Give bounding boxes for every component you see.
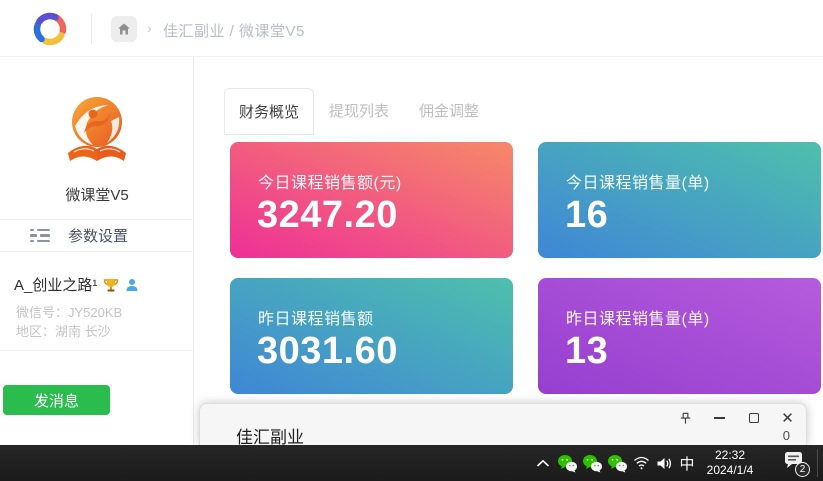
minimize-icon[interactable] xyxy=(708,407,731,429)
stat-card-value: 3247.20 xyxy=(257,194,398,237)
stat-cards: 今日课程销售额(元) 3247.20 今日课程销售量(单) 16 昨日课程销售额… xyxy=(230,142,821,394)
stat-card-value: 16 xyxy=(565,194,608,237)
user-name: A_创业之路¹ xyxy=(14,274,97,295)
notification-badge: 2 xyxy=(795,462,810,477)
brand-swirl-logo xyxy=(28,7,72,51)
app-header: › 佳汇副业 / 微课堂V5 xyxy=(0,0,823,57)
tab-finance-overview[interactable]: 财务概览 xyxy=(224,88,314,135)
chat-window-count: 0 xyxy=(783,428,790,443)
user-name-row: A_创业之路¹ xyxy=(14,274,139,295)
education-logo xyxy=(57,93,137,173)
main-content: 财务概览 提现列表 佣金调整 今日课程销售额(元) 3247.20 今日课程销售… xyxy=(195,58,823,445)
list-settings-icon xyxy=(30,229,50,243)
user-region: 地区：湖南 长沙 xyxy=(16,321,111,340)
header-divider xyxy=(91,14,92,44)
divider xyxy=(0,350,194,351)
breadcrumb-chevron-icon: › xyxy=(147,20,152,36)
close-icon[interactable]: ✕ xyxy=(776,407,799,429)
sidebar-item-label: 参数设置 xyxy=(68,225,128,246)
tray-wechat-icon[interactable] xyxy=(556,452,578,474)
stat-card-label: 昨日课程销售量(单) xyxy=(566,305,710,329)
window-controls: ✕ xyxy=(674,407,799,429)
send-message-button[interactable]: 发消息 xyxy=(3,385,110,415)
show-desktop-edge[interactable] xyxy=(817,449,818,477)
taskbar-time: 22:32 xyxy=(715,448,745,463)
person-icon[interactable] xyxy=(125,278,139,292)
home-button[interactable] xyxy=(111,16,137,42)
tray-chevron-up-icon[interactable] xyxy=(533,453,553,473)
pin-icon[interactable] xyxy=(674,407,697,429)
app-name: 微课堂V5 xyxy=(0,184,194,205)
trophy-icon xyxy=(103,277,119,293)
taskbar: 中 22:32 2024/1/4 2 xyxy=(0,445,823,481)
tray-wifi-icon[interactable] xyxy=(631,453,651,473)
tray-wechat-icon[interactable] xyxy=(606,452,628,474)
stat-card-yesterday-sales-amount: 昨日课程销售额 3031.60 xyxy=(230,278,513,394)
chat-window[interactable]: 佳汇副业 ✕ 0 xyxy=(199,403,807,445)
home-icon xyxy=(117,22,131,36)
tab-bar: 财务概览 提现列表 佣金调整 xyxy=(224,88,494,135)
tab-commission-adjust[interactable]: 佣金调整 xyxy=(404,88,494,133)
tray-wechat-icon[interactable] xyxy=(581,452,603,474)
stat-card-today-sales-count: 今日课程销售量(单) 16 xyxy=(538,142,821,258)
stat-card-label: 昨日课程销售额 xyxy=(258,305,374,329)
tray-volume-icon[interactable] xyxy=(653,453,675,473)
stat-card-value: 13 xyxy=(565,330,608,373)
stat-card-label: 今日课程销售量(单) xyxy=(566,169,710,193)
taskbar-date: 2024/1/4 xyxy=(707,463,754,478)
sidebar-item-settings[interactable]: 参数设置 xyxy=(0,219,194,252)
tab-withdraw-list[interactable]: 提现列表 xyxy=(314,88,404,133)
stat-card-yesterday-sales-count: 昨日课程销售量(单) 13 xyxy=(538,278,821,394)
breadcrumb[interactable]: 佳汇副业 / 微课堂V5 xyxy=(163,20,305,41)
maximize-icon[interactable] xyxy=(742,407,765,429)
stat-card-value: 3031.60 xyxy=(257,330,398,373)
notification-center-button[interactable]: 2 xyxy=(780,449,812,477)
tray-ime-indicator[interactable]: 中 xyxy=(677,452,697,474)
sidebar: 微课堂V5 参数设置 A_创业之路¹ 微信号：JY520KB 地区：湖南 长沙 … xyxy=(0,57,194,445)
stat-card-label: 今日课程销售额(元) xyxy=(258,169,402,193)
taskbar-clock[interactable]: 22:32 2024/1/4 xyxy=(700,448,760,478)
user-wechat-id: 微信号：JY520KB xyxy=(16,302,122,321)
stat-card-today-sales-amount: 今日课程销售额(元) 3247.20 xyxy=(230,142,513,258)
